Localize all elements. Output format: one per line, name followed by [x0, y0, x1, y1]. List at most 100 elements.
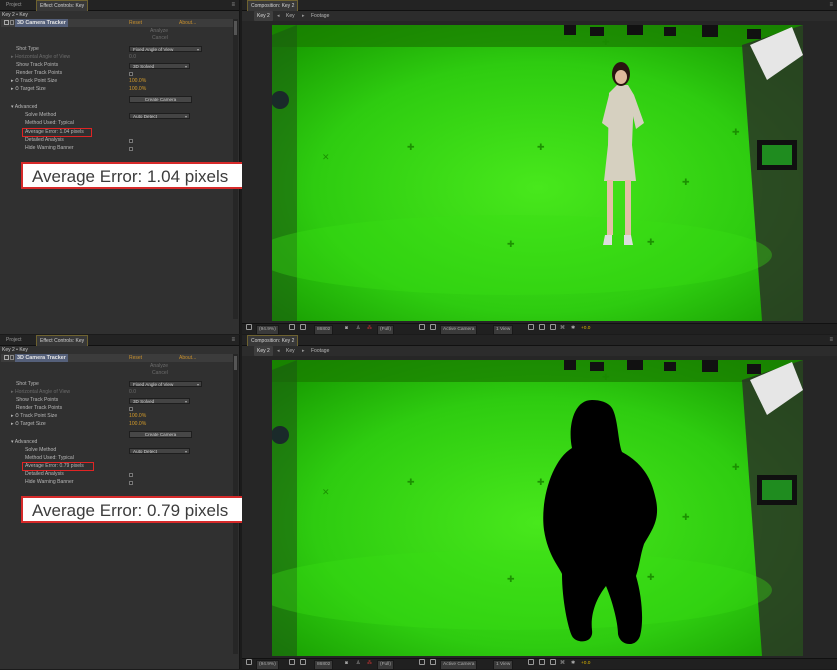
channel-icon[interactable]: ⁂	[367, 659, 372, 669]
composition-viewer[interactable]: ✕ ✚ ✚ ✚ ✚ ✚ ✚ ✚	[272, 360, 803, 656]
track-point-size-value[interactable]: 100.0%	[129, 413, 146, 420]
composition-tab-bar: Composition: Key 2 ≡	[242, 335, 837, 346]
exposure-icon[interactable]: ✱	[571, 659, 575, 669]
current-time[interactable]: 86802	[314, 325, 334, 335]
effect-toggle-icon[interactable]	[4, 355, 9, 360]
detailed-analysis-label: Detailed Analysis	[25, 471, 64, 477]
effect-toggle-icon[interactable]	[4, 20, 9, 25]
crumb-layer-key[interactable]: Key	[286, 11, 295, 21]
average-error-text: Average Error: 1.04 pixels	[25, 129, 84, 135]
snapshot-icon[interactable]: ◙	[345, 659, 348, 669]
svg-text:✚: ✚	[647, 572, 655, 582]
reset-link[interactable]: Reset	[129, 354, 142, 362]
view-layout-dropdown[interactable]: 1 View	[493, 325, 514, 335]
target-size-value[interactable]: 100.0%	[129, 86, 146, 93]
always-preview-icon[interactable]	[246, 659, 252, 665]
tab-effect-controls[interactable]: Effect Controls: Key	[36, 335, 89, 346]
transparency-grid-icon[interactable]	[430, 659, 436, 665]
crumb-layer-footage[interactable]: Footage	[311, 11, 329, 21]
effect-header[interactable]: 3D Camera Tracker Reset About...	[1, 354, 237, 362]
flowchart-icon[interactable]: ⌘	[560, 324, 565, 334]
crumb-layer-footage[interactable]: Footage	[311, 346, 329, 356]
about-link[interactable]: About...	[179, 354, 196, 362]
crumb-layer-key[interactable]: Key	[286, 346, 295, 356]
fx-icon[interactable]	[10, 355, 14, 360]
render-track-points-checkbox[interactable]	[129, 407, 133, 411]
region-of-interest-icon[interactable]	[419, 659, 425, 665]
scrollbar-thumb[interactable]	[234, 21, 237, 35]
timeline-icon[interactable]	[550, 324, 556, 330]
crumb-current[interactable]: Key 2	[254, 346, 273, 356]
about-link[interactable]: About...	[179, 19, 196, 27]
composition-viewer[interactable]: ✕ ✚ ✚ ✚ ✚ ✚ ✚ ✚	[272, 25, 803, 321]
show-track-points-dropdown[interactable]: 3D Solved ▾	[129, 63, 190, 69]
fast-previews-icon[interactable]	[539, 659, 545, 665]
tab-effect-controls[interactable]: Effect Controls: Key	[36, 0, 89, 11]
create-camera-button[interactable]: Create Camera	[129, 431, 192, 438]
comp-breadcrumb: Key 2 ◂ Key ▸ Footage	[242, 11, 837, 21]
exposure-value[interactable]: +0.0	[581, 324, 590, 334]
reset-link[interactable]: Reset	[129, 19, 142, 27]
solve-method-dropdown[interactable]: Auto Detect ▾	[129, 113, 190, 119]
render-track-points-checkbox[interactable]	[129, 72, 133, 76]
comp-breadcrumb: Key 2 ◂ Key ▸ Footage	[242, 346, 837, 356]
camera-dropdown[interactable]: Active Camera	[440, 325, 478, 335]
svg-text:✚: ✚	[507, 574, 515, 584]
show-track-points-value: 3D Solved	[133, 399, 155, 404]
panel-menu-icon[interactable]: ≡	[829, 0, 833, 11]
channel-icon[interactable]: ⁂	[367, 324, 372, 334]
toggle-pixel-aspect-icon[interactable]	[528, 659, 534, 665]
render-track-points-label: Render Track Points	[16, 405, 63, 411]
region-of-interest-icon[interactable]	[419, 324, 425, 330]
panel-menu-icon[interactable]: ≡	[231, 0, 235, 11]
detailed-analysis-checkbox[interactable]	[129, 139, 133, 143]
detailed-analysis-checkbox[interactable]	[129, 473, 133, 477]
fx-icon[interactable]	[10, 20, 14, 25]
show-track-points-label: Show Track Points	[16, 62, 59, 68]
svg-text:✚: ✚	[682, 512, 690, 522]
target-size-label-text: Target Size	[20, 86, 46, 92]
panel-menu-icon[interactable]: ≡	[231, 335, 235, 346]
transparency-grid-icon[interactable]	[430, 324, 436, 330]
fast-previews-icon[interactable]	[539, 324, 545, 330]
safe-margins-icon[interactable]	[289, 324, 295, 330]
show-snapshot-icon[interactable]: ♙	[356, 659, 360, 669]
hide-warning-checkbox[interactable]	[129, 481, 133, 485]
tab-composition[interactable]: Composition: Key 2	[247, 0, 299, 11]
toggle-pixel-aspect-icon[interactable]	[528, 324, 534, 330]
shot-type-value: Fixed Angle of View	[133, 382, 174, 387]
snapshot-icon[interactable]: ◙	[345, 324, 348, 334]
flowchart-icon[interactable]: ⌘	[560, 659, 565, 669]
show-snapshot-icon[interactable]: ♙	[356, 324, 360, 334]
solve-method-dropdown[interactable]: Auto Detect ▾	[129, 448, 190, 454]
mask-view-icon[interactable]	[300, 659, 306, 665]
panel-menu-icon[interactable]: ≡	[829, 335, 833, 346]
mask-view-icon[interactable]	[300, 324, 306, 330]
advanced-group[interactable]: ▾ Advanced	[11, 439, 37, 446]
scrollbar-thumb[interactable]	[234, 356, 237, 370]
exposure-icon[interactable]: ✱	[571, 324, 575, 334]
resolution-dropdown[interactable]: (Full)	[377, 325, 394, 335]
create-camera-button[interactable]: Create Camera	[129, 96, 192, 103]
hide-warning-checkbox[interactable]	[129, 147, 133, 151]
exposure-value[interactable]: +0.0	[581, 659, 590, 669]
effect-header[interactable]: 3D Camera Tracker Reset About...	[1, 19, 237, 27]
solve-method-value: Auto Detect	[133, 114, 158, 119]
timeline-icon[interactable]	[550, 659, 556, 665]
tab-project[interactable]: Project	[3, 335, 25, 346]
shot-type-value: Fixed Angle of View	[133, 47, 174, 52]
always-preview-icon[interactable]	[246, 324, 252, 330]
track-point-size-label: ▸ ⏱ Track Point Size	[11, 78, 58, 84]
track-point-size-value[interactable]: 100.0%	[129, 78, 146, 85]
tab-project[interactable]: Project	[3, 0, 25, 11]
target-size-value[interactable]: 100.0%	[129, 421, 146, 428]
shot-type-dropdown[interactable]: Fixed Angle of View ▾	[129, 381, 202, 387]
crumb-current[interactable]: Key 2	[254, 11, 273, 21]
shot-type-dropdown[interactable]: Fixed Angle of View ▾	[129, 46, 202, 52]
zoom-dropdown[interactable]: (94.9%)	[256, 325, 279, 335]
panel-tab-bar: Project Effect Controls: Key ≡	[0, 335, 239, 346]
tab-composition[interactable]: Composition: Key 2	[247, 335, 299, 346]
show-track-points-dropdown[interactable]: 3D Solved ▾	[129, 398, 190, 404]
safe-margins-icon[interactable]	[289, 659, 295, 665]
advanced-group[interactable]: ▾ Advanced	[11, 104, 37, 111]
